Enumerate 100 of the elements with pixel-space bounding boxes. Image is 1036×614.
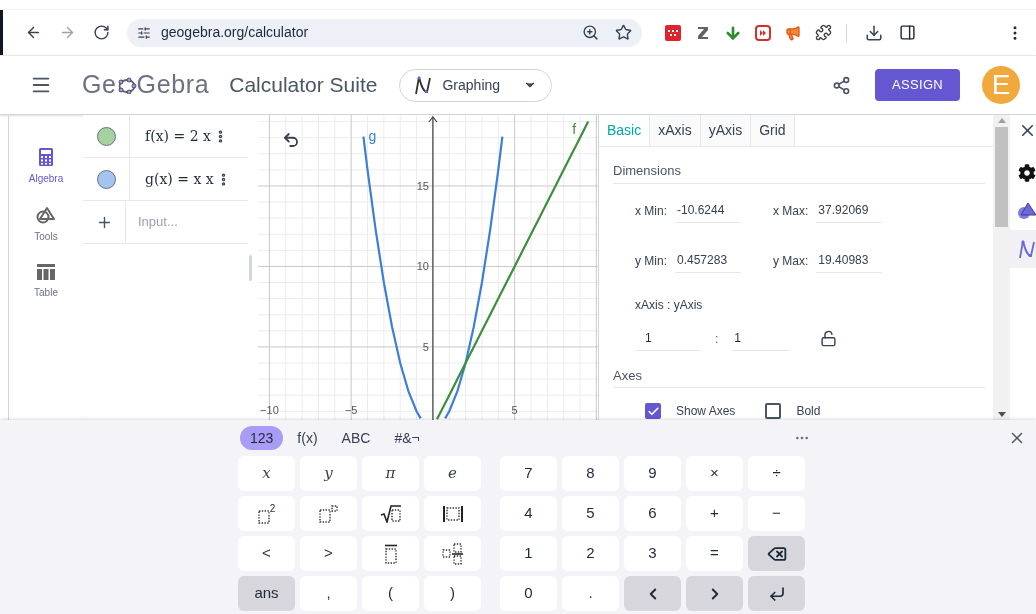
keyboard-key[interactable]: 2 [238,496,295,531]
bookmark-star-icon[interactable] [615,24,632,41]
power-template-icon [318,504,339,523]
keyboard-key[interactable]: . [562,576,619,611]
keyboard-key[interactable]: 1 [500,536,557,571]
ratio-separator: : [715,330,719,348]
keyboard-key[interactable]: 0 [500,576,557,611]
settings-icon [1018,164,1036,182]
scroll-thumb[interactable] [995,127,1008,227]
input-field[interactable]: Input... [138,201,248,243]
tick-label: 15 [416,179,429,192]
zoom-icon[interactable] [582,24,599,41]
reload-icon [92,24,110,41]
keyboard-key[interactable]: 5 [562,496,619,531]
settings-tab[interactable]: yAxis [700,115,752,146]
function-curve[interactable] [362,135,504,420]
keyboard-key[interactable]: y [300,456,357,491]
grid-icon[interactable] [665,24,681,41]
keyboard-key[interactable]: x [238,456,295,491]
ratio-field[interactable]: 1 [635,326,701,351]
download-icon[interactable] [865,23,883,42]
tick-label: −10 [260,404,279,416]
keyboard-key[interactable]: ans [238,576,295,611]
settings-tab[interactable]: xAxis [650,115,701,146]
ratio-label: xAxis : yAxis [635,296,704,314]
field-label: y Min: [635,252,667,270]
checkbox[interactable] [765,403,782,419]
circle-triangle-icon [1017,202,1036,220]
function-curve[interactable] [436,121,590,420]
formula-text[interactable]: f(x) = 2 x [145,125,211,147]
keyboard-key[interactable]: + [686,496,743,531]
section-title: Axes [613,365,985,388]
rail-tab[interactable]: Algebra [28,148,64,186]
keyboard-key[interactable]: = [686,536,743,571]
undo-button[interactable] [282,131,300,149]
keyboard-key[interactable]: ( [362,576,419,611]
side-panel-icon[interactable] [899,24,916,41]
value-field[interactable]: 37.92069 [816,198,883,223]
absolute-value-icon [441,504,464,523]
url-text: geogebra.org/calculator [161,23,310,42]
field-label: y Max: [773,252,809,270]
keyboard-tab[interactable]: 123 [240,426,284,450]
keyboard-key[interactable]: , [300,576,357,611]
rail-tab[interactable]: Table [34,264,58,300]
function-graph[interactable]: 5 10 15 −10 −5 5 g f [258,115,598,420]
value-field[interactable]: 0.457283 [675,248,741,273]
keyboard-key[interactable] [424,496,481,531]
keyboard-key[interactable]: > [300,536,357,571]
keyboard-key[interactable]: 7 [500,456,557,491]
tick-label: 5 [511,404,518,416]
keyboard-key[interactable]: × [686,456,743,491]
keyboard-key[interactable]: 4 [500,496,557,531]
section-title: Dimensions [613,161,985,184]
ratio-field[interactable]: 1 [732,326,791,351]
keyboard-key[interactable]: e [424,456,481,491]
keyboard-key[interactable]: ÷ [748,456,805,491]
checkbox-label: Bold [796,403,821,420]
tick-label: −5 [344,404,358,416]
value-field[interactable]: -10.6244 [675,198,741,223]
keyboard-key[interactable]: < [238,536,295,571]
keyboard-key[interactable]: ) [424,576,481,611]
puzzle-icon[interactable] [814,24,832,41]
keyboard-key[interactable]: − [748,496,805,531]
tick-label: 5 [422,340,429,353]
logo-mark-icon [116,76,137,94]
unlocked-lock-icon[interactable] [820,330,838,347]
zigzag-icon[interactable] [695,24,711,41]
site-settings-icon[interactable] [137,25,151,40]
field-label: x Max: [773,202,809,220]
scroll-down-icon[interactable] [997,412,1006,417]
scroll-handle[interactable] [249,255,252,281]
keyboard-key[interactable]: 8 [562,456,619,491]
field-label: x Min: [635,202,667,220]
value-field[interactable]: 19.40983 [816,248,883,273]
megaphone-icon[interactable] [785,24,801,41]
address-bar[interactable]: geogebra.org/calculator [127,18,642,47]
rail-tab[interactable]: Tools [34,206,58,244]
formula-text[interactable]: g(x) = x x [145,168,214,190]
circle-triangle-icon [36,206,56,224]
keyboard-key[interactable]: π [362,456,419,491]
keyboard-key[interactable]: 2 [562,536,619,571]
mixed-fraction-icon [441,542,464,565]
graph-icon [414,75,433,95]
keyboard-key[interactable]: 9 [624,456,681,491]
enter-icon [767,584,786,603]
scrollbar[interactable] [993,115,1010,420]
keyboard-key[interactable] [748,536,805,571]
keyboard-tab[interactable]: ABC [331,426,381,450]
keyboard-key[interactable]: 3 [624,536,681,571]
assign-button[interactable]: ASSIGN [875,69,960,101]
checkbox[interactable] [645,403,661,419]
keyboard-tab[interactable]: #&¬ [384,426,430,450]
play-icon[interactable] [755,24,771,41]
keyboard-key[interactable] [362,496,419,531]
keyboard-key[interactable]: 6 [624,496,681,531]
keyboard-tab[interactable]: f(x) [287,426,328,450]
tick-label: 10 [416,260,429,273]
share-icon[interactable] [832,75,851,95]
logo-text: Gebra [136,69,210,101]
settings-tab[interactable]: Grid [751,115,795,146]
